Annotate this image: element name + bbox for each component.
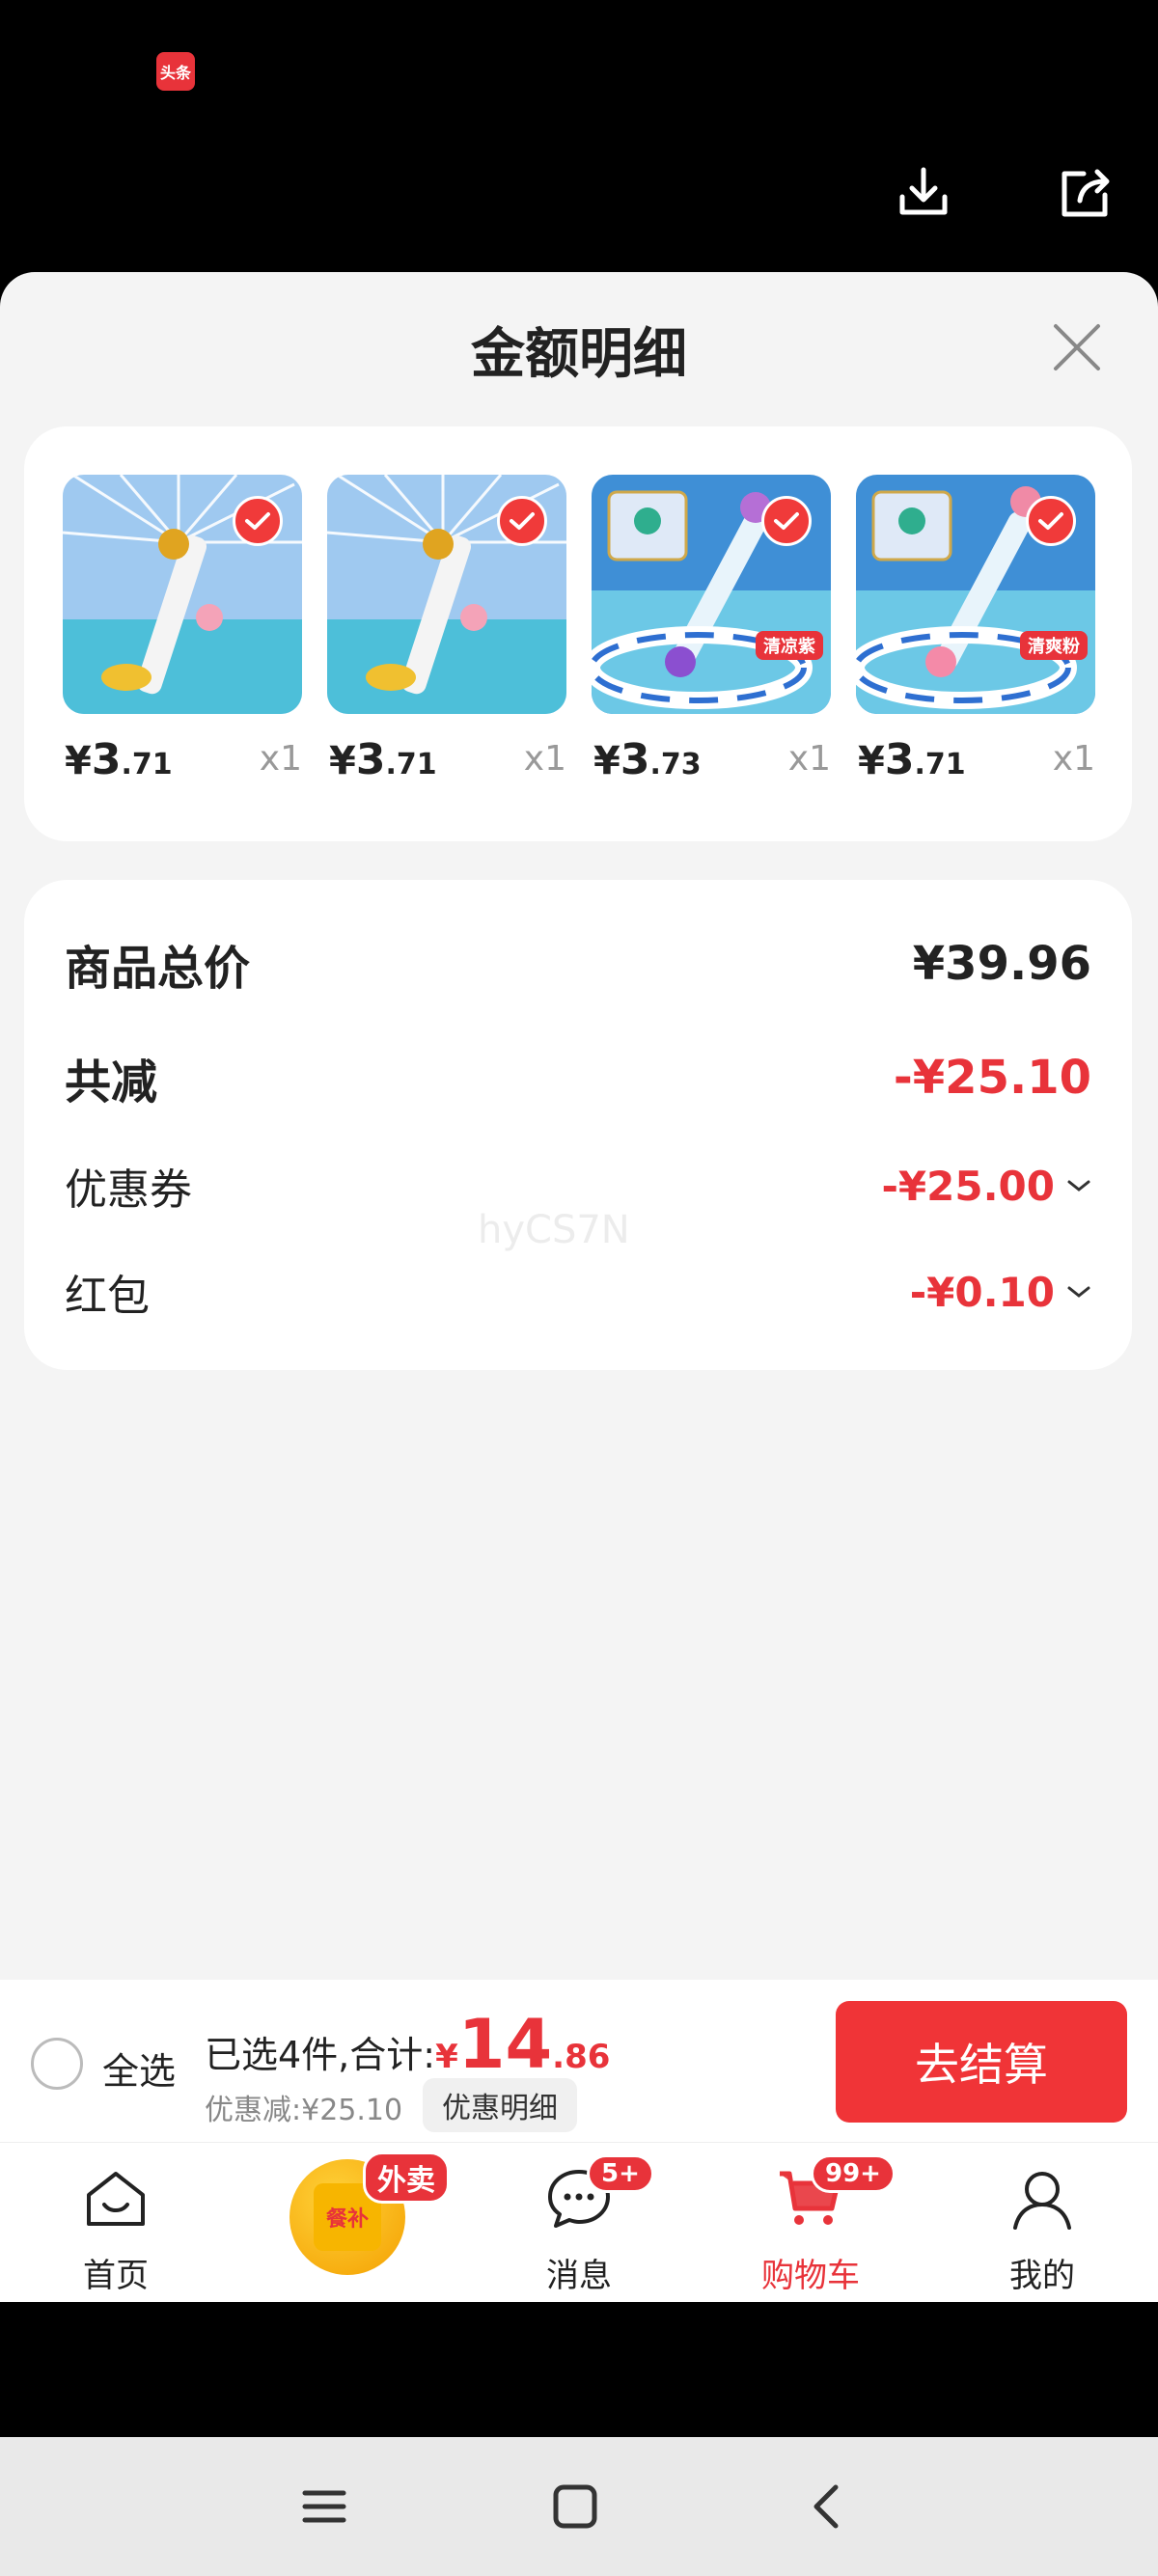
close-icon[interactable] <box>1048 318 1106 376</box>
product-qty: x1 <box>523 739 566 779</box>
checkout-button[interactable]: 去结算 <box>836 2001 1127 2123</box>
selected-check-icon <box>497 496 547 546</box>
checkout-bar: 全选 已选4件,合计: ¥ 14 .86 优惠减:¥25.10 优惠明细 去结算 <box>0 1980 1158 2142</box>
download-icon[interactable] <box>895 164 952 222</box>
product-price: ¥3.71 <box>65 735 173 784</box>
product-price: ¥3.73 <box>593 735 702 784</box>
user-icon <box>1013 2172 1071 2230</box>
chevron-down-icon[interactable] <box>1066 1284 1091 1300</box>
home-icon <box>87 2172 145 2226</box>
bottom-tab-bar: 首页 5+ 消息 99+ 购物车 我的 <box>0 2142 1158 2302</box>
total-reduce-row: 共减 -¥25.10 <box>65 1044 1091 1111</box>
tab-cart-label: 购物车 <box>761 2257 860 2295</box>
selected-check-icon <box>761 496 812 546</box>
total-yen: ¥ <box>435 2038 458 2076</box>
select-all-label[interactable]: 全选 <box>102 2042 176 2095</box>
tab-messages[interactable]: 5+ 消息 <box>463 2143 695 2303</box>
product-item[interactable]: ¥3.71 x1 <box>327 475 566 793</box>
tab-cart[interactable]: 99+ 购物车 <box>695 2143 926 2303</box>
product-image <box>63 475 302 714</box>
cart-badge: 99+ <box>811 2154 896 2193</box>
total-price-label: 商品总价 <box>65 942 251 996</box>
selected-total: 已选4件,合计: ¥ 14 .86 <box>205 2011 610 2078</box>
product-qty: x1 <box>259 739 302 779</box>
watermark: hyCS7N <box>478 1208 630 1252</box>
home-square-icon[interactable] <box>548 2480 602 2534</box>
product-color-tag: 清爽粉 <box>1020 631 1088 660</box>
total-dec: .86 <box>552 2038 611 2076</box>
app-badge: 头条 <box>156 52 195 91</box>
total-reduce-label: 共减 <box>65 1055 158 1110</box>
product-image <box>327 475 566 714</box>
product-item[interactable]: 清爽粉 ¥3.71 x1 <box>856 475 1095 793</box>
discount-text: 优惠减:¥25.10 <box>205 2094 403 2127</box>
product-item[interactable]: 清凉紫 ¥3.73 x1 <box>592 475 831 793</box>
redpacket-value: -¥0.10 <box>909 1268 1055 1316</box>
system-nav-bar <box>0 2437 1158 2576</box>
total-price-row: 商品总价 ¥39.96 <box>65 930 1091 998</box>
total-int: 14 <box>457 2005 553 2084</box>
sheet-title: 金额明细 <box>471 323 687 386</box>
product-price: ¥3.71 <box>858 735 966 784</box>
selected-check-icon <box>233 496 283 546</box>
messages-badge: 5+ <box>587 2154 654 2193</box>
screen-bottom-black <box>0 2302 1158 2437</box>
product-item[interactable]: ¥3.71 x1 <box>63 475 302 793</box>
tab-home[interactable]: 首页 <box>0 2143 232 2303</box>
takeout-badge: 外卖 <box>363 2151 450 2204</box>
discount-detail-button[interactable]: 优惠明细 <box>423 2078 577 2132</box>
tab-home-label: 首页 <box>83 2257 149 2295</box>
select-all-radio[interactable] <box>31 2038 83 2090</box>
tab-mine-label: 我的 <box>1009 2257 1075 2295</box>
back-icon[interactable] <box>801 2480 855 2534</box>
coupon-value: -¥25.00 <box>881 1162 1055 1210</box>
coupon-label: 优惠券 <box>65 1165 192 1215</box>
tab-mine[interactable]: 我的 <box>926 2143 1158 2303</box>
share-icon[interactable] <box>1057 164 1115 222</box>
product-price: ¥3.71 <box>329 735 437 784</box>
redpacket-row[interactable]: 红包 -¥0.10 <box>65 1258 1091 1326</box>
product-image: 清爽粉 <box>856 475 1095 714</box>
products-card: ¥3.71 x1 ¥3.71 x1 清凉紫 ¥3.73 x1 清爽粉 ¥3.71… <box>24 426 1132 841</box>
product-color-tag: 清凉紫 <box>756 631 823 660</box>
menu-icon[interactable] <box>297 2480 351 2534</box>
status-area: 头条 <box>0 0 1158 272</box>
selected-check-icon <box>1026 496 1076 546</box>
total-reduce-value: -¥25.10 <box>893 1051 1091 1105</box>
product-qty: x1 <box>1052 739 1095 779</box>
selected-prefix: 已选4件,合计: <box>205 2034 436 2076</box>
redpacket-label: 红包 <box>65 1272 150 1321</box>
product-image: 清凉紫 <box>592 475 831 714</box>
total-price-value: ¥39.96 <box>912 937 1091 991</box>
product-qty: x1 <box>787 739 831 779</box>
chevron-down-icon[interactable] <box>1066 1178 1091 1193</box>
summary-card: 商品总价 ¥39.96 共减 -¥25.10 优惠券 -¥25.00 红包 -¥… <box>24 880 1132 1370</box>
tab-messages-label: 消息 <box>546 2257 612 2295</box>
